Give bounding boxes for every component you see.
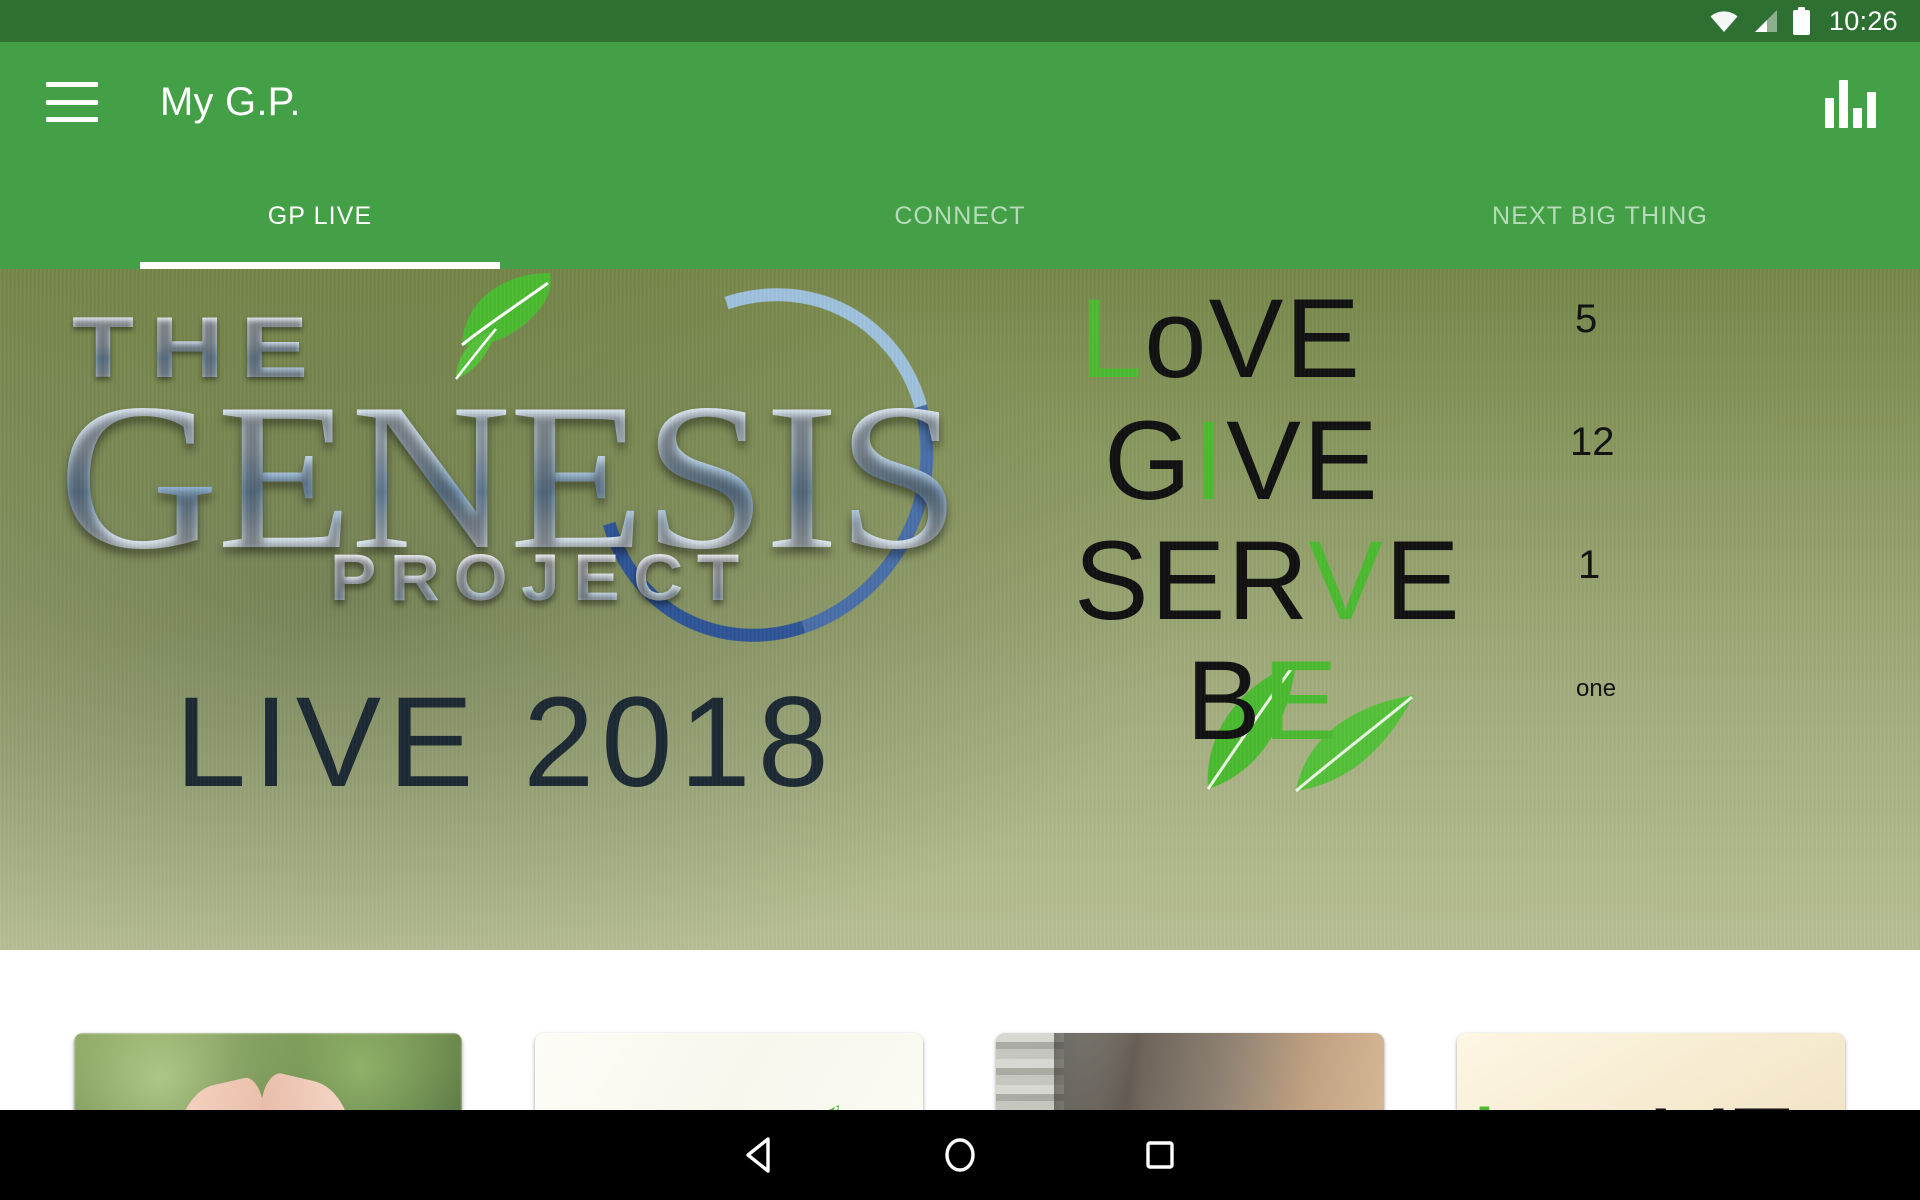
tab-connect[interactable]: CONNECT [640, 162, 1280, 269]
genesis-project-logo: THE GENESIS PROJECT LIVE 2018 [0, 269, 1090, 950]
hero-banner[interactable]: THE GENESIS PROJECT LIVE 2018 LoVE 5 GIV… [0, 269, 1920, 950]
home-button[interactable] [860, 1110, 1060, 1200]
motto-graphic: LoVE 5 GIVE 12 SERVE 1 BE one [1040, 269, 1920, 950]
logo-project-text: PROJECT [330, 540, 753, 614]
cellular-signal-icon [1753, 9, 1779, 33]
motto-give-prefix: G [1104, 398, 1194, 523]
motto-be-prefix: B [1186, 638, 1263, 763]
motto-give-superscript: 12 [1570, 420, 1615, 464]
motto-give-rest: VE [1226, 398, 1380, 523]
motto-love-rest: oVE [1144, 276, 1362, 401]
page-title: My G.P. [160, 79, 301, 124]
app-bar: My G.P. [0, 42, 1920, 162]
motto-line-serve: SERVE [1074, 525, 1462, 637]
status-icon-group: 10:26 [1709, 6, 1898, 37]
status-time: 10:26 [1828, 5, 1898, 36]
android-nav-bar [0, 1110, 1920, 1200]
circle-home-icon [945, 1138, 975, 1172]
battery-icon [1792, 7, 1810, 35]
square-recents-icon [1146, 1141, 1174, 1169]
wifi-icon [1709, 9, 1739, 33]
recents-button[interactable] [1060, 1110, 1260, 1200]
hamburger-menu-icon[interactable] [46, 82, 98, 122]
status-bar: 10:26 [0, 0, 1920, 42]
motto-serve-superscript: 1 [1578, 543, 1601, 587]
app-screen: 10:26 My G.P. GP LIVE CONNECT NEXT BIG T… [0, 0, 1920, 1200]
motto-serve-prefix: SER [1074, 518, 1309, 643]
hero-event-title: LIVE 2018 [175, 671, 836, 814]
back-button[interactable] [660, 1110, 860, 1200]
motto-be-superscript: one [1576, 675, 1617, 702]
triangle-back-icon [746, 1137, 770, 1173]
tab-gp-live-label: GP LIVE [267, 201, 373, 230]
motto-word-stack: LoVE 5 GIVE 12 SERVE 1 BE one [1074, 275, 1616, 793]
motto-serve-highlight: V [1308, 518, 1385, 643]
motto-line-be: BE [1186, 645, 1339, 757]
motto-serve-rest: E [1384, 518, 1462, 643]
motto-love-prefix: L [1080, 276, 1145, 401]
card-carousel[interactable]: BE one L oVE 5 [0, 950, 1920, 1193]
motto-line-give: GIVE [1104, 405, 1380, 517]
motto-give-highlight: I [1193, 398, 1227, 523]
tab-connect-label: CONNECT [894, 201, 1026, 230]
motto-line-love: LoVE [1080, 283, 1362, 395]
equalizer-icon[interactable] [1822, 76, 1878, 128]
tab-next-big-thing-label: NEXT BIG THING [1492, 201, 1708, 230]
tab-bar: GP LIVE CONNECT NEXT BIG THING [0, 162, 1920, 269]
tab-gp-live[interactable]: GP LIVE [0, 162, 640, 269]
tab-next-big-thing[interactable]: NEXT BIG THING [1280, 162, 1920, 269]
tab-active-indicator [140, 262, 500, 269]
motto-love-superscript: 5 [1575, 297, 1598, 341]
motto-be-highlight: E [1262, 638, 1340, 763]
